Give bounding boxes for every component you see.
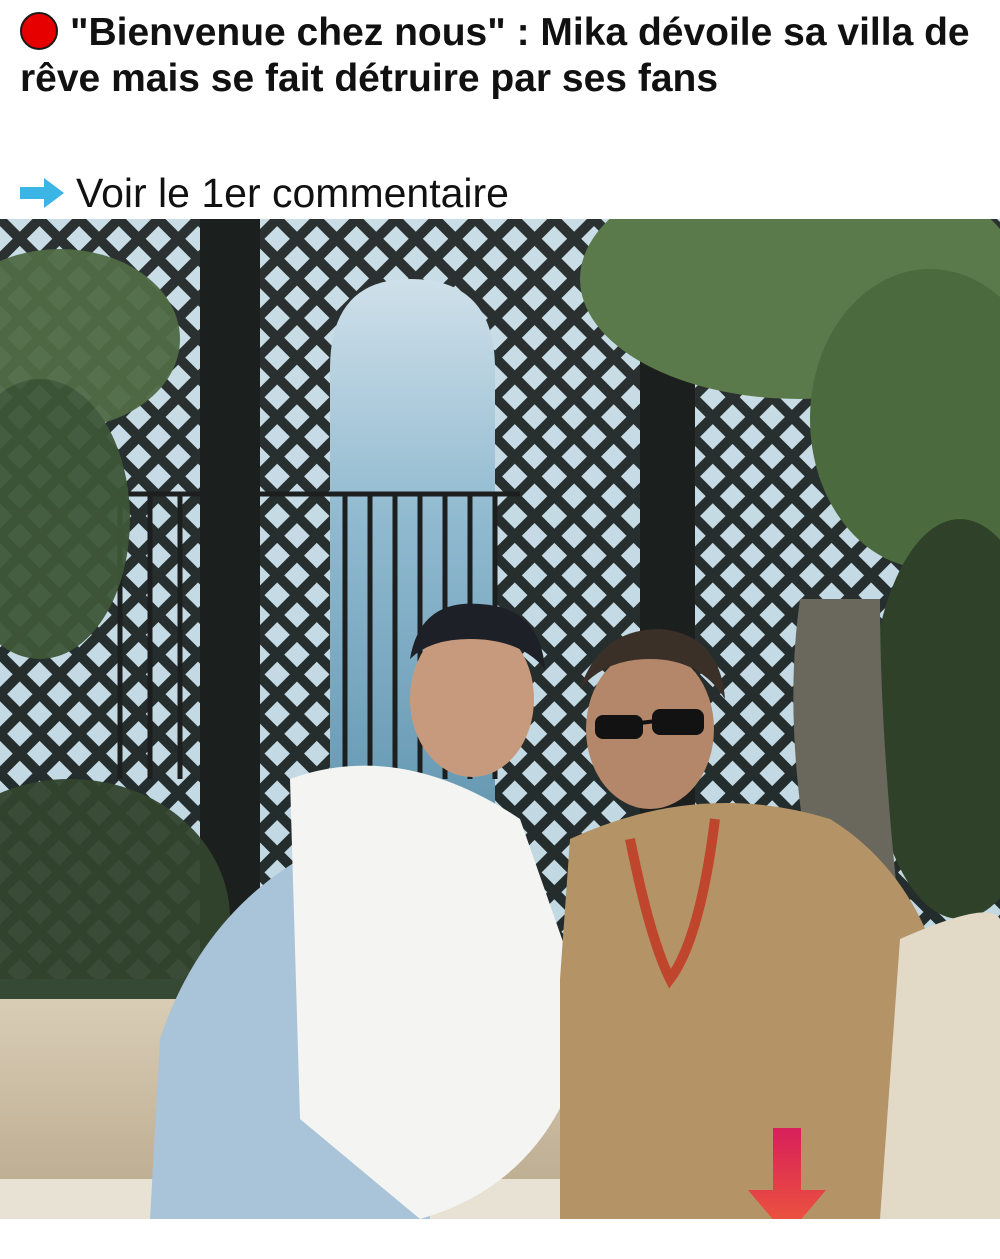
- headline-text[interactable]: "Bienvenue chez nous" : Mika dévoile sa …: [20, 11, 970, 100]
- article-headline[interactable]: "Bienvenue chez nous" : Mika dévoile sa …: [20, 10, 980, 102]
- photo-illustration: [0, 219, 1000, 1219]
- article-header: "Bienvenue chez nous" : Mika dévoile sa …: [0, 0, 1000, 219]
- right-arrow-icon: [20, 178, 64, 208]
- article-photo[interactable]: [0, 219, 1000, 1219]
- see-first-comment-link[interactable]: Voir le 1er commentaire: [20, 170, 509, 216]
- see-first-comment-label[interactable]: Voir le 1er commentaire: [76, 170, 509, 216]
- red-circle-icon: [20, 12, 58, 50]
- down-arrow-icon[interactable]: [748, 1128, 826, 1219]
